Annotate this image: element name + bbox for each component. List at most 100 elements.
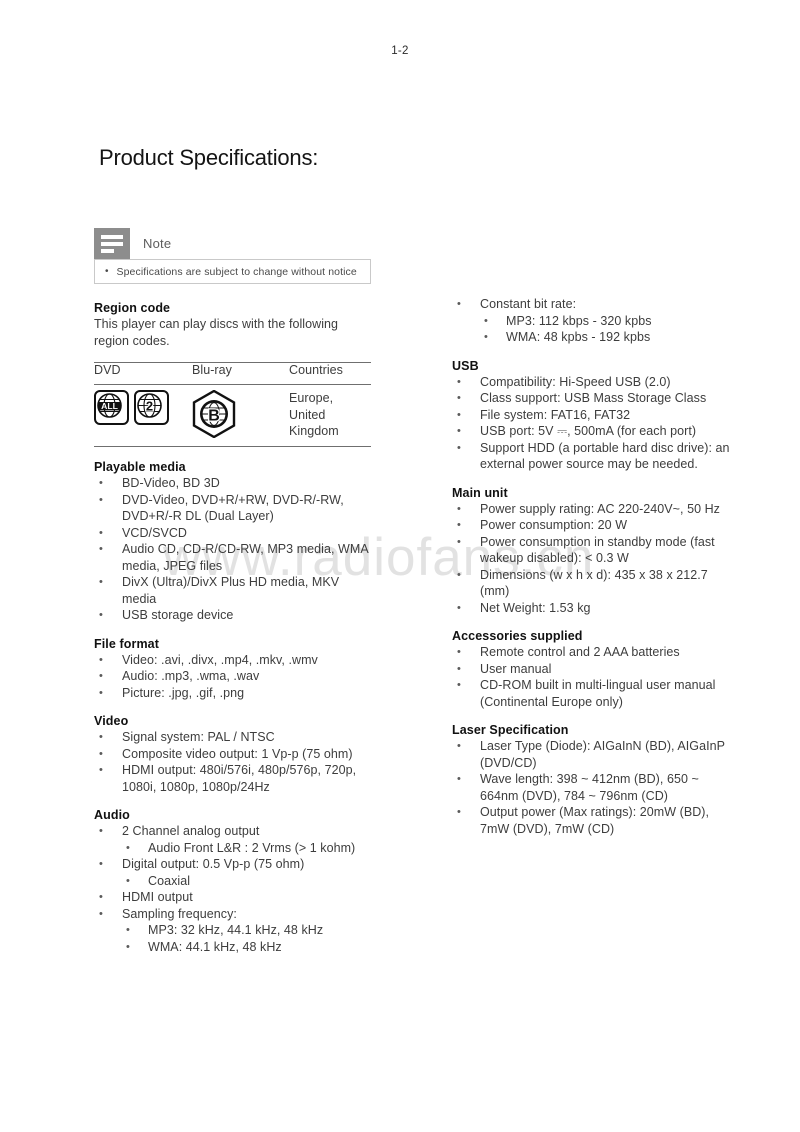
region-countries: Europe, United Kingdom (289, 391, 339, 438)
list-item: • Video: .avi, .divx, .mp4, .mkv, .wmv (94, 652, 376, 669)
list-item-text: HDMI output: 480i/576i, 480p/576p, 720p,… (122, 763, 357, 794)
bit-rate-sublist: • MP3: 112 kbps - 320 kpbs • WMA: 48 kpbs … (480, 313, 734, 346)
bullet-icon: • (457, 773, 461, 785)
list-item: • Class support: USB Mass Storage Class (452, 390, 734, 407)
section-heading-usb: USB (452, 358, 479, 373)
list-item-text: DivX (Ultra)/DivX Plus HD media, MKV med… (122, 575, 340, 606)
bullet-icon: • (457, 298, 461, 310)
bullet-icon: • (126, 841, 130, 854)
column-header-bluray: Blu-ray (192, 363, 232, 377)
bullet-icon: • (457, 519, 461, 531)
list-item: • Picture: .jpg, .gif, .png (94, 685, 376, 702)
list-item-text: Support HDD (a portable hard disc drive)… (480, 440, 730, 472)
dvd-region-2-icon: 2 (134, 390, 169, 425)
note-header: Note (94, 228, 371, 259)
bullet-icon: • (99, 477, 103, 489)
bullet-icon: • (457, 662, 461, 675)
bullet-icon: • (457, 568, 461, 581)
bluray-region-b-icon: B (192, 389, 236, 442)
list-item: • BD-Video, BD 3D (94, 475, 376, 492)
audio-sublist: • MP3: 32 kHz, 44.1 kHz, 48 kHz • WMA: 44.… (122, 922, 376, 955)
list-item: • Wave length: 398 ~ 412nm (BD), 650 ~ 66… (452, 771, 734, 804)
document-page: 1-2 www.radiofans.cn Product Specificati… (0, 0, 800, 1132)
list-item: • Compatibility: Hi-Speed USB (2.0) (452, 374, 734, 391)
bullet-icon: • (99, 764, 103, 776)
list-item-text: Constant bit rate: (480, 297, 577, 311)
list-item: • Digital output: 0.5 Vp-p (75 ohm) • Coa… (94, 856, 376, 889)
video-list: • Signal system: PAL / NTSC • Composite vi… (94, 729, 376, 795)
section-heading-main-unit: Main unit (452, 485, 508, 500)
bullet-icon: • (99, 670, 103, 682)
list-item-text: Remote control and 2 AAA batteries (480, 645, 680, 659)
bullet-icon: • (99, 686, 103, 699)
list-item-text: File system: FAT16, FAT32 (480, 407, 631, 422)
list-item-text: Compatibility: Hi-Speed USB (2.0) (480, 374, 671, 389)
sub-list-item-text: WMA: 48 kpbs - 192 kpbs (506, 330, 651, 344)
list-item: • Sampling frequency: • MP3: 32 kHz, 44.1… (94, 906, 376, 956)
bullet-icon: • (99, 731, 103, 743)
list-item-text: Digital output: 0.5 Vp-p (75 ohm) (122, 857, 305, 871)
column-header-dvd: DVD (94, 363, 121, 377)
bullet-icon: • (99, 493, 103, 506)
note-item: Specifications are subject to change wit… (116, 265, 357, 278)
list-item-text: Sampling frequency: (122, 906, 237, 921)
list-item-text: Power consumption in standby mode (fast … (480, 534, 715, 566)
left-column: Region code This player can play discs w… (94, 301, 376, 955)
bullet-icon: • (99, 825, 103, 837)
bullet-icon: • (457, 601, 461, 614)
section-heading-playable-media: Playable media (94, 460, 186, 474)
list-item-text: Audio CD, CD-R/CD-RW, MP3 media, WMA med… (122, 542, 369, 573)
bullet-icon: • (126, 874, 130, 887)
bit-rate-list: • Constant bit rate: • MP3: 112 kbps - 32… (452, 296, 734, 346)
list-item-text: Class support: USB Mass Storage Class (480, 391, 707, 405)
page-title: Product Specifications: (99, 145, 319, 170)
list-item: • Support HDD (a portable hard disc drive… (452, 440, 734, 473)
list-item-text: HDMI output (122, 890, 193, 904)
list-item: • Audio CD, CD-R/CD-RW, MP3 media, WMA me… (94, 541, 376, 574)
bullet-icon: • (105, 265, 109, 277)
bluray-region-icon-cell: B (192, 389, 289, 446)
bullet-icon: • (99, 907, 103, 920)
table-row: ALL 2 B Europe, United Kingdom (94, 385, 371, 446)
bullet-icon: • (457, 502, 461, 515)
bullet-icon: • (457, 425, 461, 437)
list-item: • Signal system: PAL / NTSC (94, 729, 376, 746)
bullet-icon: • (99, 576, 103, 588)
section-heading-file-format: File format (94, 636, 159, 651)
list-item-text: USB storage device (122, 608, 234, 622)
list-item-text: CD-ROM built in multi-lingual user manua… (480, 678, 716, 709)
sub-list-item: • Coaxial (122, 873, 376, 890)
list-item-text: VCD/SVCD (122, 525, 187, 540)
list-item-text: Video: .avi, .divx, .mp4, .mkv, .wmv (122, 652, 318, 667)
sub-list-item: • WMA: 44.1 kHz, 48 kHz (122, 939, 376, 956)
bullet-icon: • (99, 858, 103, 870)
section-heading-audio: Audio (94, 808, 130, 822)
list-item-text: Output power (Max ratings): 20mW (BD), 7… (480, 805, 710, 836)
section-heading-video: Video (94, 714, 129, 728)
bullet-icon: • (457, 441, 461, 454)
bullet-icon: • (99, 609, 103, 621)
list-item: • Remote control and 2 AAA batteries (452, 644, 734, 661)
section-heading-region-code: Region code (94, 301, 171, 315)
sub-list-item-text: WMA: 44.1 kHz, 48 kHz (148, 939, 282, 954)
bullet-icon: • (126, 940, 130, 953)
bullet-icon: • (457, 806, 461, 818)
sub-list-item: • WMA: 48 kpbs - 192 kpbs (480, 329, 734, 346)
list-item: • User manual (452, 661, 734, 678)
list-item: • Net Weight: 1.53 kg (452, 600, 734, 617)
list-item: • Dimensions (w x h x d): 435 x 38 x 212.… (452, 567, 734, 600)
list-item: • Constant bit rate: • MP3: 112 kbps - 32… (452, 296, 734, 346)
bullet-icon: • (457, 740, 461, 752)
list-item: • Laser Type (Diode): AIGaInN (BD), AIGaI… (452, 738, 734, 771)
list-item-text: DVD-Video, DVD+R/+RW, DVD-R/-RW, DVD+R/-… (122, 492, 344, 524)
bullet-icon: • (99, 543, 103, 555)
page-number: 1-2 (391, 45, 409, 57)
sub-list-item-text: MP3: 112 kbps - 320 kpbs (506, 313, 652, 328)
list-item-text: Dimensions (w x h x d): 435 x 38 x 212.7… (480, 567, 708, 599)
playable-media-list: • BD-Video, BD 3D • DVD-Video, DVD+R/+RW, … (94, 475, 376, 624)
list-item: • DivX (Ultra)/DivX Plus HD media, MKV me… (94, 574, 376, 607)
list-item: • Audio: .mp3, .wma, .wav (94, 668, 376, 685)
list-item-text: USB port: 5V ⎓, 500mA (for each port) (480, 424, 697, 438)
svg-text:ALL: ALL (101, 401, 118, 411)
sub-list-item-text: MP3: 32 kHz, 44.1 kHz, 48 kHz (148, 923, 324, 937)
